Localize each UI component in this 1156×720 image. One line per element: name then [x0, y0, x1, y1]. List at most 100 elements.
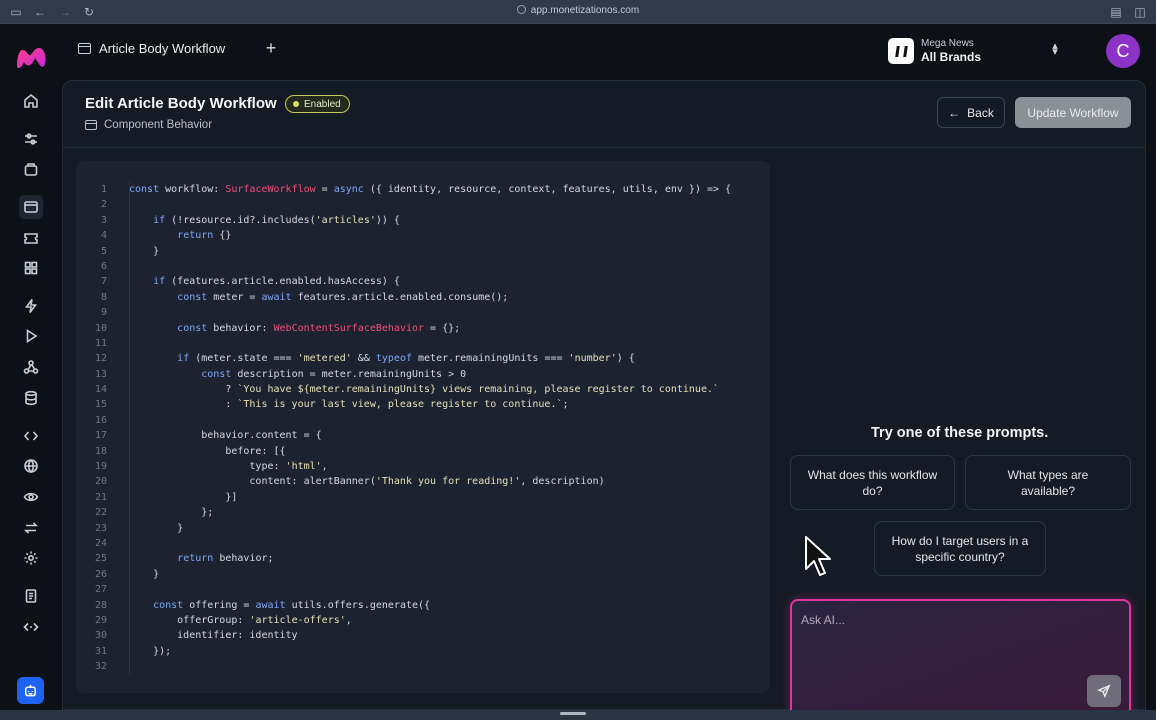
- back-button[interactable]: ← Back: [937, 97, 1005, 128]
- code-line: 29 offerGroup: 'article-offers',: [76, 613, 770, 628]
- update-label: Update Workflow: [1027, 105, 1119, 120]
- ai-assistant-button[interactable]: [17, 677, 44, 704]
- code-line: 8 const meter = await features.article.e…: [76, 290, 770, 305]
- line-number: 9: [100, 307, 107, 319]
- code-text: }: [129, 245, 160, 257]
- code-text: }]: [129, 491, 238, 503]
- page-title: Edit Article Body Workflow: [85, 95, 277, 112]
- code-line: 1 const workflow: SurfaceWorkflow = async…: [76, 182, 770, 197]
- sidebar: [0, 24, 62, 710]
- robot-icon: [25, 684, 36, 697]
- line-number: 2: [100, 199, 107, 211]
- update-workflow-button[interactable]: Update Workflow: [1015, 97, 1131, 128]
- code-line: 21 }]: [76, 490, 770, 505]
- code-text: });: [129, 645, 172, 657]
- line-number: 14: [94, 384, 107, 396]
- code-arrows-icon[interactable]: [19, 615, 43, 639]
- settings-gear-icon[interactable]: [19, 546, 43, 570]
- line-number: 22: [94, 507, 107, 519]
- swap-icon[interactable]: [19, 516, 43, 540]
- tab-label: Article Body Workflow: [99, 41, 226, 56]
- status-label: Enabled: [304, 98, 341, 110]
- line-number: 6: [100, 260, 107, 272]
- code-lines: 1 const workflow: SurfaceWorkflow = async…: [76, 182, 770, 675]
- sliders-icon[interactable]: [19, 127, 43, 151]
- brand-selector-value[interactable]: All Brands: [921, 50, 981, 64]
- code-line: 30 identifier: identity: [76, 628, 770, 643]
- database-icon[interactable]: [19, 386, 43, 410]
- line-number: 8: [100, 291, 107, 303]
- back-label: Back: [967, 105, 994, 120]
- code-text: }: [129, 568, 160, 580]
- app-logo[interactable]: [13, 44, 49, 70]
- reader-icon[interactable]: ▤: [1108, 4, 1124, 20]
- webhook-icon[interactable]: [19, 355, 43, 379]
- avatar[interactable]: C: [1106, 34, 1140, 68]
- code-text: : `This is your last view, please regist…: [129, 399, 569, 411]
- line-number: 16: [94, 414, 107, 426]
- line-number: 4: [100, 230, 107, 242]
- code-line: 32: [76, 659, 770, 674]
- code-line: 4 return {}: [76, 228, 770, 243]
- code-line: 31 });: [76, 644, 770, 659]
- browser-window-icon[interactable]: [19, 195, 43, 219]
- code-text: offerGroup: 'article-offers',: [129, 614, 352, 626]
- arrow-left-icon: ←: [948, 105, 961, 120]
- code-line: 7 if (features.article.enabled.hasAccess…: [76, 274, 770, 289]
- brand-org-name[interactable]: Mega News: [921, 38, 974, 49]
- line-number: 19: [94, 461, 107, 473]
- line-number: 11: [94, 337, 107, 349]
- eye-icon[interactable]: [19, 485, 43, 509]
- home-indicator: [560, 712, 586, 715]
- prompt-types-available-button[interactable]: What types are available?: [965, 455, 1131, 510]
- prompt-workflow-do-button[interactable]: What does this workflow do?: [790, 455, 955, 510]
- line-number: 3: [100, 214, 107, 226]
- split-view-icon[interactable]: ◫: [1132, 4, 1148, 20]
- code-line: 20 content: alertBanner('Thank you for r…: [76, 474, 770, 489]
- code-text: type: 'html',: [129, 461, 328, 473]
- site-icon: [516, 5, 526, 14]
- line-number: 7: [100, 276, 107, 288]
- lightning-icon[interactable]: [19, 294, 43, 318]
- prompt-target-country-button[interactable]: How do I target users in a specific coun…: [874, 521, 1046, 576]
- ask-ai-input[interactable]: [801, 610, 1081, 630]
- status-dot-icon: [293, 101, 299, 107]
- ask-ai-box[interactable]: [790, 599, 1131, 718]
- line-number: 21: [94, 491, 107, 503]
- brand-logo: [888, 38, 914, 64]
- code-text: const behavior: WebContentSurfaceBehavio…: [177, 322, 461, 334]
- line-number: 23: [94, 522, 107, 534]
- line-number: 26: [94, 568, 107, 580]
- line-number: 13: [94, 368, 107, 380]
- package-icon[interactable]: [19, 157, 43, 181]
- code-icon[interactable]: [19, 424, 43, 448]
- code-line: 5 }: [76, 244, 770, 259]
- add-tab-button[interactable]: +: [262, 38, 280, 59]
- line-number: 24: [94, 537, 107, 549]
- address-bar[interactable]: app.monetizationos.com: [0, 5, 1156, 16]
- code-line: 23 }: [76, 521, 770, 536]
- code-line: 28 const offering = await utils.offers.g…: [76, 598, 770, 613]
- line-number: 18: [94, 445, 107, 457]
- play-icon[interactable]: [19, 324, 43, 348]
- grid-icon[interactable]: [19, 256, 43, 280]
- ticket-icon[interactable]: [19, 226, 43, 250]
- mouse-cursor-icon: [805, 536, 831, 576]
- home-icon[interactable]: [19, 89, 43, 113]
- send-button[interactable]: [1087, 675, 1121, 707]
- code-text: behavior.content = {: [129, 430, 322, 442]
- code-line: 18 before: [{: [76, 444, 770, 459]
- code-editor[interactable]: 1 const workflow: SurfaceWorkflow = async…: [76, 161, 770, 693]
- globe-icon[interactable]: [19, 454, 43, 478]
- code-line: 10 const behavior: WebContentSurfaceBeha…: [76, 321, 770, 336]
- code-text: ? `You have ${meter.remainingUnits} view…: [129, 384, 720, 396]
- code-text: identifier: identity: [129, 630, 298, 642]
- line-number: 10: [94, 322, 107, 334]
- line-number: 27: [94, 584, 107, 596]
- code-text: content: alertBanner('Thank you for read…: [129, 476, 605, 488]
- prompts-title: Try one of these prompts.: [871, 425, 1049, 441]
- tab-article-body-workflow[interactable]: Article Body Workflow: [78, 41, 225, 56]
- line-number: 32: [94, 661, 107, 673]
- document-icon[interactable]: [19, 584, 43, 608]
- chevron-up-down-icon[interactable]: ▴ ▾: [1050, 41, 1060, 58]
